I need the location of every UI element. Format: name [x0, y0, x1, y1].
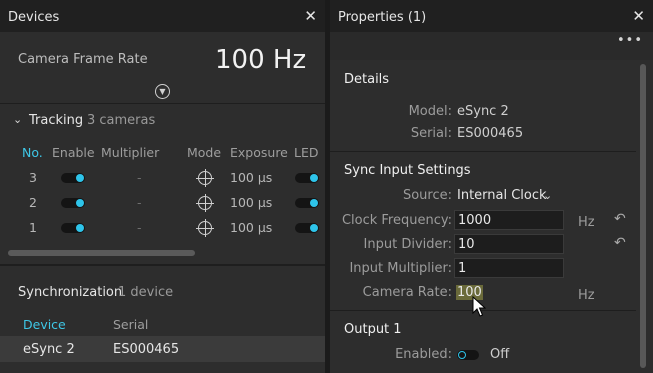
properties-toolbar	[330, 32, 653, 60]
chevron-down-icon[interactable]: ⌄	[543, 189, 552, 202]
properties-titlebar: Properties (1) ✕	[330, 0, 653, 32]
serial-label: Serial:	[410, 126, 452, 141]
column-header-mode[interactable]: Mode	[187, 145, 221, 160]
devices-title: Devices	[8, 10, 60, 25]
tracking-camera-count: 3 cameras	[87, 113, 156, 128]
column-header-enable[interactable]: Enable	[52, 145, 95, 160]
output-1-header: Output 1	[344, 322, 402, 337]
synchronization-device-count: 1 device	[118, 285, 174, 300]
crosshair-icon[interactable]	[196, 219, 214, 237]
led-toggle[interactable]	[295, 173, 319, 183]
clock-frequency-label: Clock Frequency:	[341, 213, 452, 228]
sync-input-settings-header: Sync Input Settings	[344, 163, 471, 178]
more-options-icon[interactable]: •••	[617, 33, 643, 48]
divider	[330, 151, 636, 152]
column-header-device[interactable]: Device	[23, 317, 66, 332]
chevron-down-icon[interactable]: ⌄	[13, 113, 22, 126]
clock-frequency-input[interactable]: 1000	[454, 210, 564, 230]
exposure-value[interactable]: 100 µs	[230, 170, 272, 185]
vertical-scrollbar[interactable]	[640, 64, 646, 368]
serial-value: ES000465	[457, 126, 524, 141]
output-enabled-toggle[interactable]	[457, 350, 479, 360]
camera-frame-rate-value[interactable]: 100 Hz	[215, 45, 306, 75]
enabled-label: Enabled:	[395, 347, 452, 362]
close-icon[interactable]: ✕	[304, 7, 317, 25]
close-icon[interactable]: ✕	[632, 7, 645, 25]
multiplier-value: -	[137, 170, 142, 185]
table-row[interactable]: eSync 2 ES000465	[0, 336, 325, 362]
device-serial: ES000465	[113, 342, 180, 357]
multiplier-value: -	[137, 220, 142, 235]
divider	[0, 103, 325, 104]
camera-frame-rate-label: Camera Frame Rate	[18, 52, 148, 67]
exposure-value[interactable]: 100 µs	[230, 195, 272, 210]
column-header-no[interactable]: No.	[22, 145, 43, 160]
devices-titlebar: Devices ✕	[0, 0, 325, 32]
input-divider-input[interactable]: 10	[454, 234, 564, 254]
reset-icon[interactable]: ↶	[614, 211, 626, 227]
expand-down-icon[interactable]: ▼	[155, 84, 170, 99]
multiplier-value: -	[137, 195, 142, 210]
properties-title: Properties (1)	[338, 10, 427, 25]
camera-number: 3	[29, 170, 37, 185]
tracking-label[interactable]: Tracking	[29, 113, 83, 128]
led-toggle[interactable]	[295, 223, 319, 233]
enable-toggle[interactable]	[61, 173, 85, 183]
mouse-cursor-icon	[472, 296, 486, 317]
input-multiplier-input[interactable]: 1	[454, 258, 564, 278]
column-header-serial[interactable]: Serial	[113, 317, 148, 332]
camera-rate-unit: Hz	[578, 288, 595, 303]
model-value: eSync 2	[457, 104, 509, 119]
source-label: Source:	[402, 188, 452, 203]
column-header-exposure[interactable]: Exposure	[230, 145, 288, 160]
devices-panel: Devices ✕ Camera Frame Rate 100 Hz ▼ ⌄ T…	[0, 0, 325, 373]
divider	[0, 264, 325, 266]
crosshair-icon[interactable]	[196, 169, 214, 187]
reset-icon[interactable]: ↶	[614, 235, 626, 251]
camera-rate-label: Camera Rate:	[362, 285, 452, 300]
crosshair-icon[interactable]	[196, 194, 214, 212]
device-name: eSync 2	[23, 342, 75, 357]
input-divider-label: Input Divider:	[363, 237, 452, 252]
camera-number: 2	[29, 195, 37, 210]
column-header-multiplier[interactable]: Multiplier	[101, 145, 159, 160]
properties-panel: Properties (1) ✕ ••• Details Model: eSyn…	[330, 0, 653, 373]
clock-frequency-unit: Hz	[578, 215, 595, 230]
input-multiplier-label: Input Multiplier:	[349, 261, 452, 276]
camera-number: 1	[29, 220, 37, 235]
enable-toggle[interactable]	[61, 223, 85, 233]
enable-toggle[interactable]	[61, 198, 85, 208]
column-header-led[interactable]: LED	[294, 145, 319, 160]
output-enabled-state: Off	[490, 347, 510, 362]
source-dropdown[interactable]: Internal Clock	[457, 188, 547, 203]
details-header: Details	[344, 72, 390, 87]
led-toggle[interactable]	[295, 198, 319, 208]
synchronization-label: Synchronization	[18, 285, 123, 300]
model-label: Model:	[408, 104, 452, 119]
exposure-value[interactable]: 100 µs	[230, 220, 272, 235]
horizontal-scrollbar[interactable]	[8, 250, 195, 256]
